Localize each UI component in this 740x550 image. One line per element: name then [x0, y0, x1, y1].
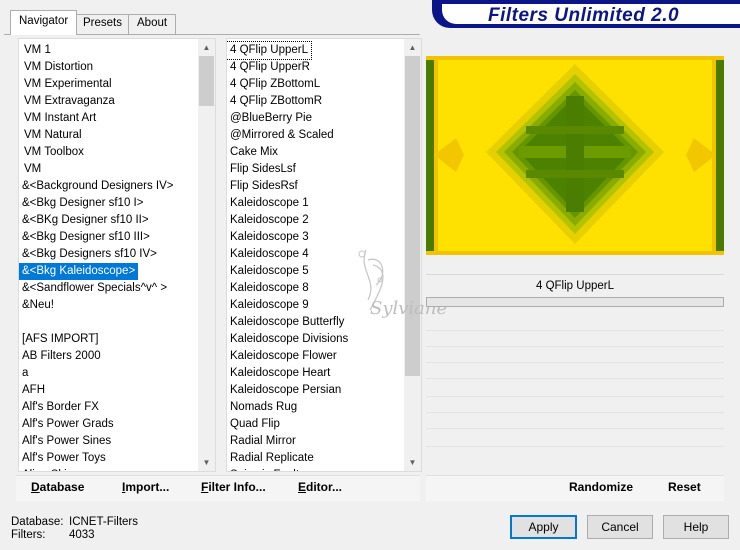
param-row-divider	[426, 362, 724, 363]
title-banner: Filters Unlimited 2.0	[432, 0, 740, 28]
status-filters-label: Filters:	[11, 529, 46, 541]
left-action-bar: Database Import... Filter Info... Editor…	[16, 475, 420, 501]
category-item[interactable]: Alf's Power Sines	[19, 433, 198, 450]
category-item[interactable]: &<Bkg Designers sf10 IV>	[19, 246, 198, 263]
editor-button[interactable]: Editor...	[298, 480, 342, 494]
filter-item[interactable]: Seismic Fault	[227, 467, 404, 471]
status-database: Database: ICNET-Filters	[11, 516, 138, 528]
status-filters-value: 4033	[69, 529, 95, 541]
category-list[interactable]: VM 1 VM Distortion VM Experimental VM Extra…	[19, 39, 198, 471]
reset-button[interactable]: Reset	[668, 480, 701, 494]
category-scrollbar[interactable]: ▲ ▼	[198, 39, 215, 471]
filter-item[interactable]: 4 QFlip ZBottomL	[227, 76, 404, 93]
param-row-divider	[426, 428, 724, 429]
filter-item[interactable]: Nomads Rug	[227, 399, 404, 416]
category-item[interactable]: &<BKg Designer sf10 II>	[19, 212, 198, 229]
category-item[interactable]: VM 1	[19, 42, 198, 59]
tab-about[interactable]: About	[128, 14, 177, 34]
category-item[interactable]: VM	[19, 161, 198, 178]
filter-item[interactable]: Flip SidesRsf	[227, 178, 404, 195]
import-button[interactable]: Import...	[122, 480, 169, 494]
category-listbox[interactable]: VM 1 VM Distortion VM Experimental VM Extra…	[18, 38, 216, 472]
category-item[interactable]: AB Filters 2000	[19, 348, 198, 365]
param-row-divider	[426, 412, 724, 413]
filter-item[interactable]: 4 QFlip UpperR	[227, 59, 404, 76]
category-item[interactable]: Alf's Border FX	[19, 399, 198, 416]
filter-item[interactable]: Radial Replicate	[227, 450, 404, 467]
param-row-divider	[426, 330, 724, 331]
category-item[interactable]: a	[19, 365, 198, 382]
filter-item[interactable]: 4 QFlip ZBottomR	[227, 93, 404, 110]
selected-filter-name: 4 QFlip UpperL	[426, 274, 724, 297]
filter-item[interactable]: Flip SidesLsf	[227, 161, 404, 178]
category-item[interactable]: &<Bkg Designer sf10 III>	[19, 229, 198, 246]
param-row-divider	[426, 378, 724, 379]
scroll-down-arrow-icon[interactable]: ▼	[198, 454, 215, 471]
filter-item[interactable]: Radial Mirror	[227, 433, 404, 450]
database-button[interactable]: Database	[31, 480, 84, 494]
parameter-slider[interactable]	[426, 297, 724, 307]
cancel-button[interactable]: Cancel	[587, 515, 653, 539]
category-item[interactable]: Alf's Power Toys	[19, 450, 198, 467]
status-filters: Filters: 4033	[11, 529, 95, 541]
filter-item[interactable]: Kaleidoscope Heart	[227, 365, 404, 382]
category-item[interactable]: AFH	[19, 382, 198, 399]
category-item[interactable]: &Neu!	[19, 297, 198, 314]
category-item[interactable]: &<Bkg Kaleidoscope>	[19, 262, 140, 281]
scroll-down-arrow-icon[interactable]: ▼	[404, 454, 421, 471]
preview-image	[426, 56, 724, 255]
tab-navigator[interactable]: Navigator	[10, 10, 78, 35]
scroll-up-arrow-icon[interactable]: ▲	[404, 39, 421, 56]
category-item[interactable]: VM Toolbox	[19, 144, 198, 161]
category-item[interactable]: &<Background Designers IV>	[19, 178, 198, 195]
tab-presets[interactable]: Presets	[74, 14, 131, 34]
filter-item[interactable]: Quad Flip	[227, 416, 404, 433]
category-item[interactable]: &<Sandflower Specials^v^ >	[19, 280, 198, 297]
filter-item[interactable]: Kaleidoscope Flower	[227, 348, 404, 365]
help-button[interactable]: Help	[663, 515, 729, 539]
preview-frame	[426, 56, 724, 255]
filter-item[interactable]: Kaleidoscope Divisions	[227, 331, 404, 348]
param-row-divider	[426, 396, 724, 397]
filter-item[interactable]: @Mirrored & Scaled	[227, 127, 404, 144]
filter-item[interactable]: Kaleidoscope Persian	[227, 382, 404, 399]
filter-info-button[interactable]: Filter Info...	[201, 480, 266, 494]
status-database-label: Database:	[11, 516, 64, 528]
category-item[interactable]: VM Extravaganza	[19, 93, 198, 110]
category-item[interactable]: VM Experimental	[19, 76, 198, 93]
category-item[interactable]: Alf's Power Grads	[19, 416, 198, 433]
filter-item[interactable]: 4 QFlip UpperL	[227, 41, 312, 60]
status-database-value: ICNET-Filters	[69, 516, 138, 528]
category-item[interactable]: VM Natural	[19, 127, 198, 144]
param-row-divider	[426, 346, 724, 347]
category-item[interactable]: VM Instant Art	[19, 110, 198, 127]
category-item[interactable]: &<Bkg Designer sf10 I>	[19, 195, 198, 212]
filter-item[interactable]: Cake Mix	[227, 144, 404, 161]
category-item[interactable]: Alien Skin	[19, 467, 198, 471]
filter-item[interactable]: @BlueBerry Pie	[227, 110, 404, 127]
apply-button[interactable]: Apply	[510, 515, 577, 539]
app-title: Filters Unlimited 2.0	[488, 5, 680, 26]
scroll-up-arrow-icon[interactable]: ▲	[198, 39, 215, 56]
category-item[interactable]: VM Distortion	[19, 59, 198, 76]
category-scroll-thumb[interactable]	[199, 56, 214, 106]
randomize-button[interactable]: Randomize	[569, 480, 633, 494]
right-action-bar: Randomize Reset	[426, 475, 724, 501]
title-banner-inner: Filters Unlimited 2.0	[442, 4, 740, 26]
category-item[interactable]	[19, 314, 198, 331]
category-item[interactable]: [AFS IMPORT]	[19, 331, 198, 348]
param-row-divider	[426, 446, 724, 447]
filter-item[interactable]: Kaleidoscope 2	[227, 212, 404, 229]
filter-item[interactable]: Kaleidoscope 1	[227, 195, 404, 212]
